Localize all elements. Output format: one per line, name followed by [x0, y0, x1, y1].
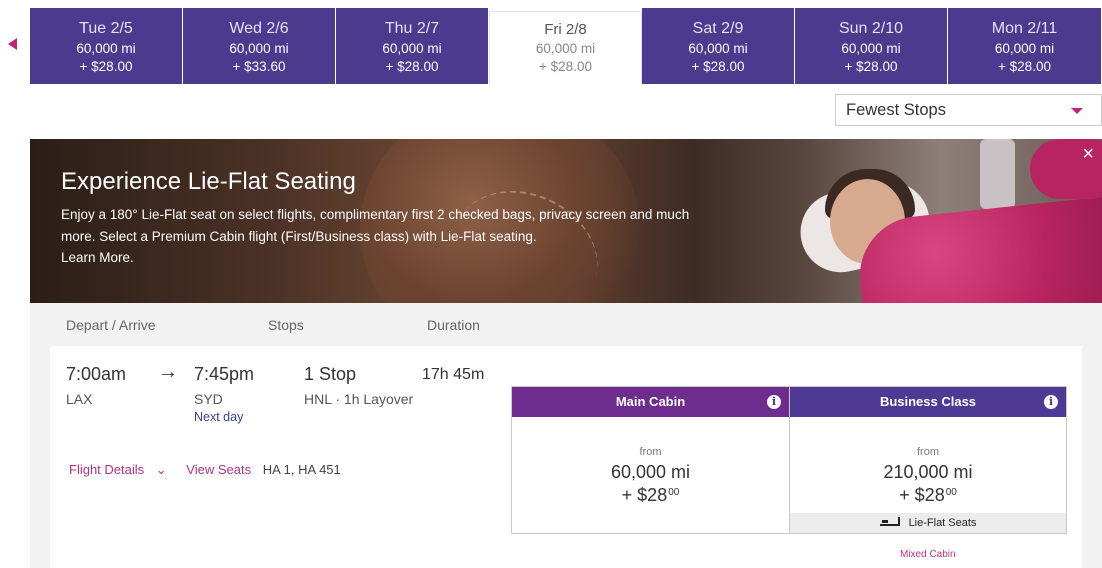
- banner-image-window: [980, 139, 1015, 209]
- banner-body: Enjoy a 180° Lie-Flat seat on select fli…: [61, 204, 701, 269]
- date-tab-miles: 60,000 mi: [535, 41, 596, 56]
- layover-info: HNL · 1h Layover: [304, 391, 414, 407]
- fare-price: + $2800: [512, 485, 789, 506]
- fare-price-dollars: + $28: [899, 485, 945, 505]
- depart-time: 7:00am: [66, 364, 127, 384]
- fare-main-cabin[interactable]: Main Cabin i from 60,000 mi + $2800: [511, 386, 790, 534]
- fare-main-cabin-title: Main Cabin: [615, 394, 686, 409]
- fare-price-cents: 00: [945, 487, 957, 498]
- arrow-right-icon: →: [158, 361, 178, 383]
- fare-from-label: from: [639, 446, 662, 458]
- date-tab[interactable]: Wed 2/6 60,000 mi + $33.60: [183, 8, 336, 84]
- column-duration: Duration: [427, 317, 480, 333]
- arrive-time: 7:45pm: [194, 364, 255, 384]
- info-icon[interactable]: i: [767, 395, 781, 409]
- date-tab-miles: 60,000 mi: [76, 41, 136, 56]
- date-strip: Tue 2/5 60,000 mi + $28.00 Wed 2/6 60,00…: [30, 8, 1102, 84]
- fare-business-class[interactable]: Business Class i from 210,000 mi + $2800…: [789, 386, 1067, 534]
- date-tab-day: Tue 2/5: [79, 20, 133, 37]
- close-icon[interactable]: ×: [1082, 144, 1094, 164]
- date-tab-day: Sun 2/10: [838, 20, 904, 37]
- date-tab[interactable]: Thu 2/7 60,000 mi + $28.00: [336, 8, 489, 84]
- flight-details-label: Flight Details: [69, 462, 145, 477]
- mixed-cabin-link[interactable]: Mixed Cabin: [900, 549, 956, 560]
- chevron-down-icon: ⌄: [155, 462, 167, 477]
- lie-flat-label: Lie-Flat Seats: [908, 517, 977, 529]
- date-tab-day: Sat 2/9: [692, 20, 744, 37]
- date-tab-miles: 60,000 mi: [382, 41, 442, 56]
- flight-numbers: HA 1, HA 451: [262, 462, 341, 477]
- date-tab-price: + $28.00: [79, 59, 133, 74]
- date-tab-price: + $28.00: [998, 59, 1051, 74]
- next-day-label: Next day: [194, 410, 244, 424]
- lie-flat-promo-banner: Experience Lie-Flat Seating Enjoy a 180°…: [30, 139, 1102, 303]
- prev-dates-arrow-icon[interactable]: [8, 38, 17, 50]
- fare-main-cabin-header: Main Cabin i: [512, 387, 789, 417]
- column-depart-arrive: Depart / Arrive: [66, 317, 156, 333]
- date-tab-day: Thu 2/7: [384, 20, 440, 37]
- date-tab-day: Fri 2/8: [544, 21, 587, 38]
- flight-duration: 17h 45m: [422, 366, 485, 383]
- date-tab-price: + $28.00: [385, 59, 439, 74]
- destination-code: SYD: [194, 391, 223, 407]
- date-tab-price: + $28.00: [844, 59, 898, 74]
- fare-price-dollars: + $28: [621, 485, 668, 505]
- column-stops: Stops: [268, 317, 304, 333]
- date-tab-day: Wed 2/6: [229, 20, 289, 37]
- date-tab-day: Mon 2/11: [991, 20, 1058, 37]
- date-tab-miles: 60,000 mi: [229, 41, 289, 56]
- fare-price: + $2800: [790, 485, 1066, 506]
- lie-flat-feature: Lie-Flat Seats: [790, 513, 1066, 533]
- date-tab[interactable]: Sun 2/10 60,000 mi + $28.00: [795, 8, 948, 84]
- flight-result-card: 7:00am → 7:45pm 1 Stop 17h 45m LAX SYD H…: [50, 346, 1082, 568]
- date-tab-price: + $28.00: [539, 59, 592, 74]
- fare-price-cents: 00: [668, 487, 680, 498]
- learn-more-link[interactable]: Learn More.: [61, 250, 134, 265]
- date-tab[interactable]: Mon 2/11 60,000 mi + $28.00: [948, 8, 1101, 84]
- date-tab[interactable]: Tue 2/5 60,000 mi + $28.00: [30, 8, 183, 84]
- flight-links: Flight Details ⌄ View Seats HA 1, HA 451: [69, 462, 349, 478]
- date-tab-miles: 60,000 mi: [994, 41, 1055, 56]
- date-tab-miles: 60,000 mi: [688, 41, 748, 56]
- date-tab-price: + $33.60: [232, 59, 286, 74]
- sort-select-value: Fewest Stops: [846, 101, 946, 119]
- date-tab-miles: 60,000 mi: [841, 41, 901, 56]
- origin-code: LAX: [66, 391, 93, 407]
- fare-from-label: from: [917, 446, 939, 458]
- stops-count: 1 Stop: [304, 364, 357, 384]
- date-tab-price: + $28.00: [691, 59, 745, 74]
- info-icon[interactable]: i: [1044, 395, 1058, 409]
- date-tab[interactable]: Sat 2/9 60,000 mi + $28.00: [642, 8, 795, 84]
- fare-business-header: Business Class i: [790, 387, 1066, 417]
- flight-details-link[interactable]: Flight Details ⌄: [69, 462, 175, 477]
- banner-body-text: Enjoy a 180° Lie-Flat seat on select fli…: [61, 207, 690, 244]
- sort-select[interactable]: Fewest Stops: [835, 94, 1102, 126]
- date-tab-selected[interactable]: Fri 2/8 60,000 mi + $28.00: [489, 11, 642, 84]
- view-seats-link[interactable]: View Seats: [186, 462, 251, 477]
- banner-title: Experience Lie-Flat Seating: [61, 168, 356, 195]
- chevron-down-icon: [1071, 108, 1083, 114]
- fare-business-title: Business Class: [879, 394, 977, 409]
- lie-flat-bed-icon: [879, 517, 900, 527]
- fare-miles: 60,000 mi: [610, 462, 691, 482]
- fare-miles: 210,000 mi: [883, 462, 973, 482]
